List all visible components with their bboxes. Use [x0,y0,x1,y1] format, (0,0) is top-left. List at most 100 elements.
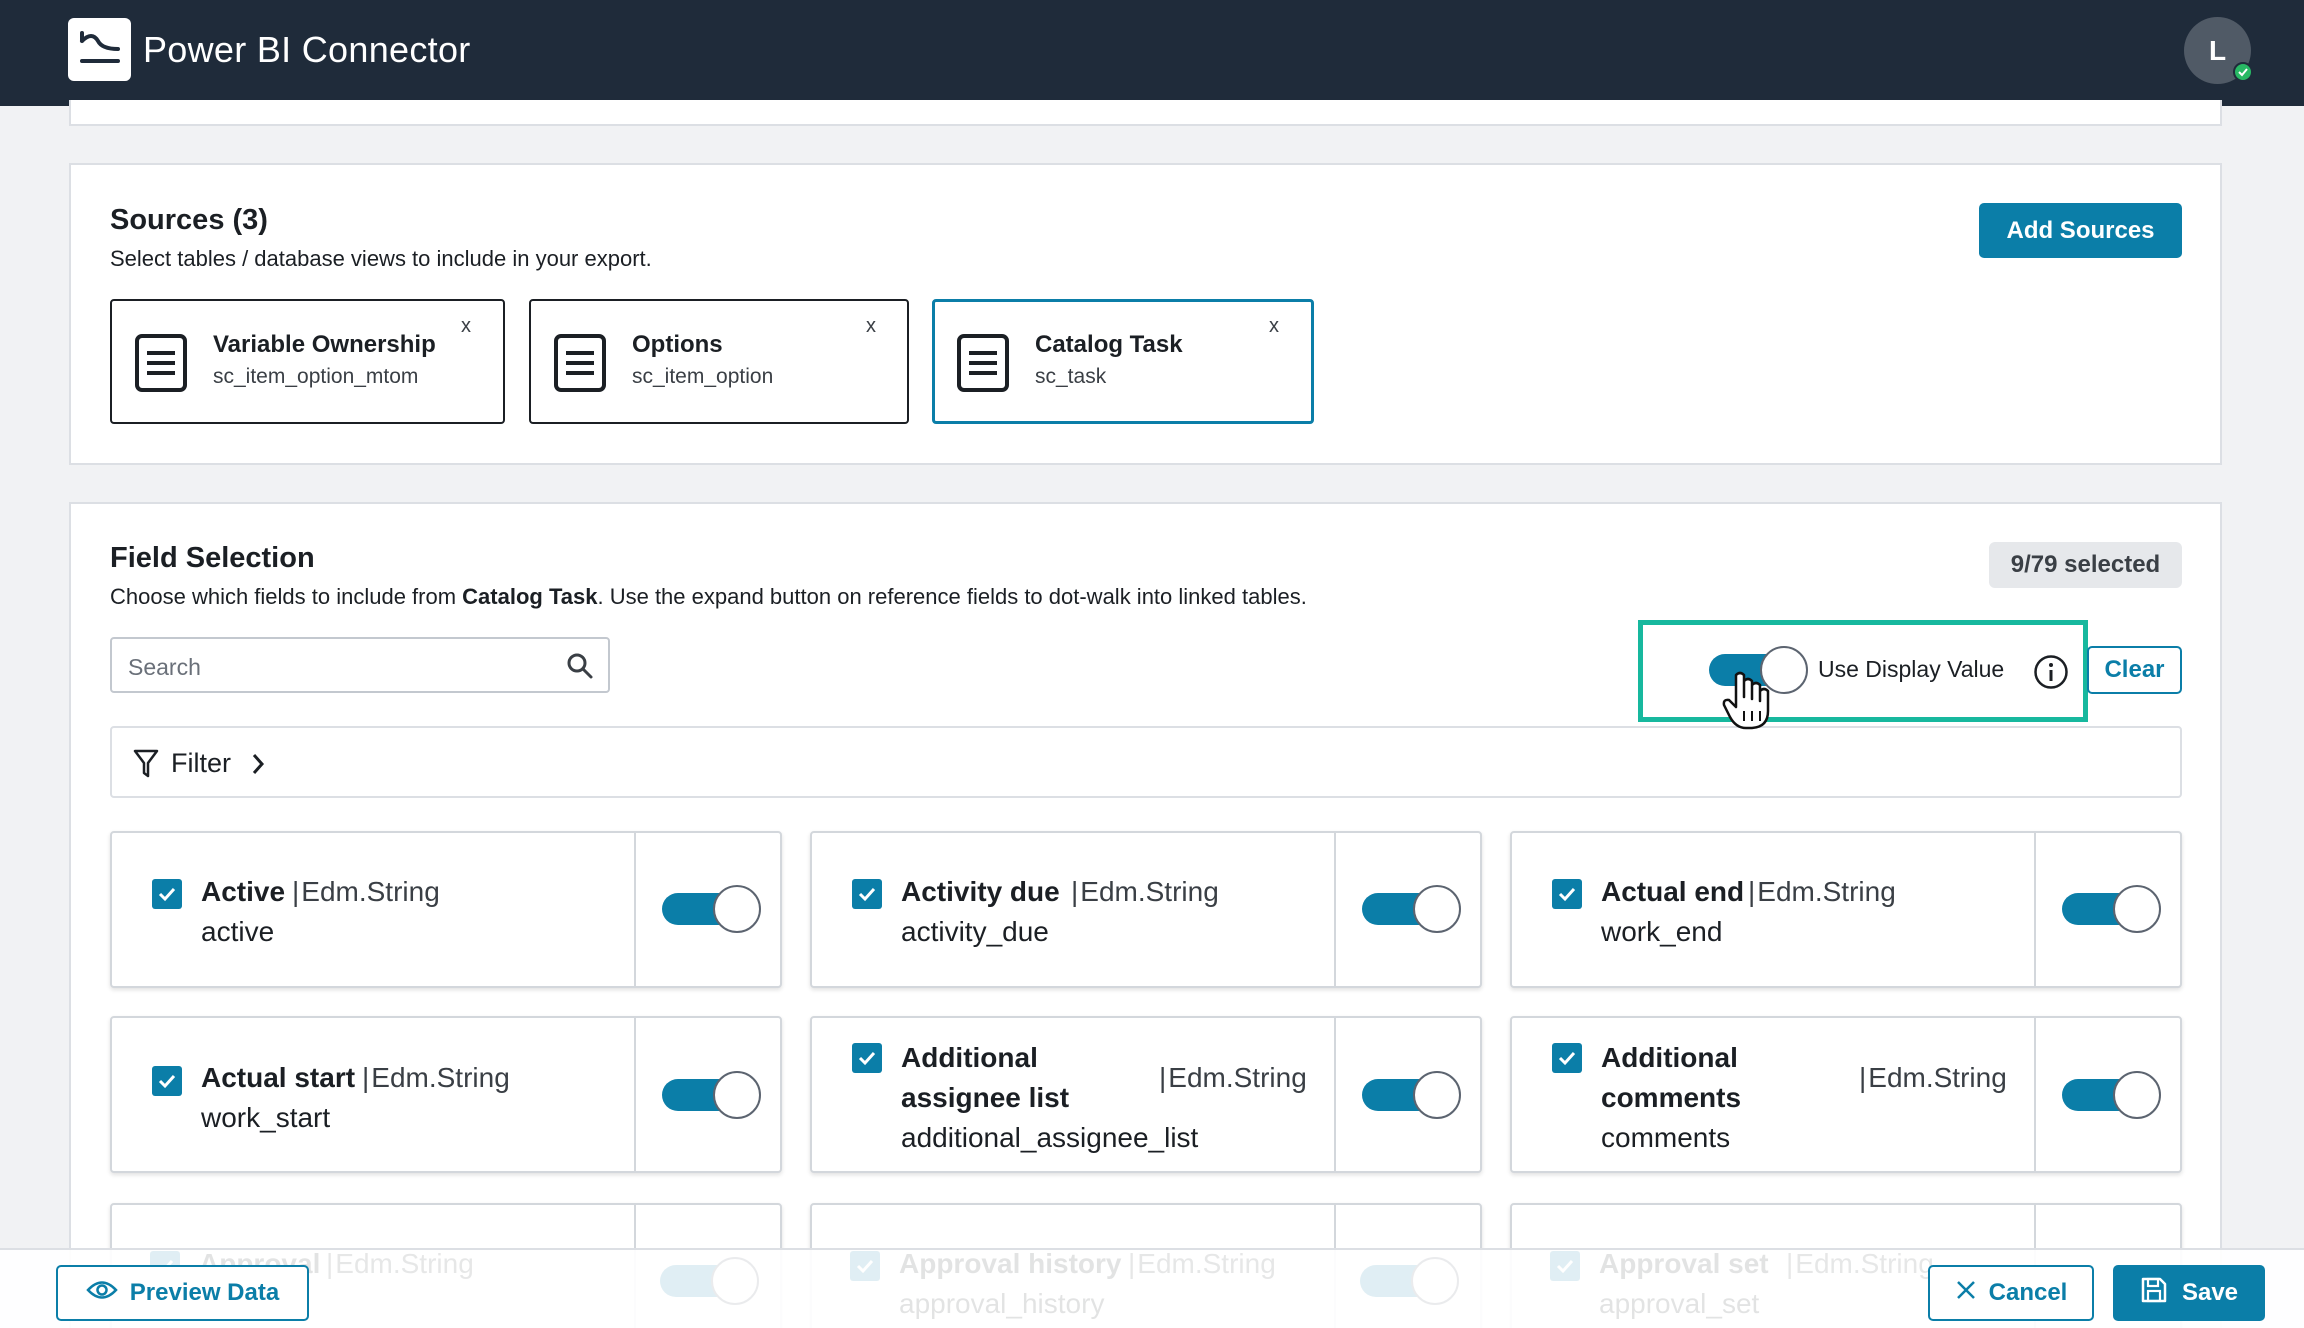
source-tile-options[interactable]: Options sc_item_option x [529,299,909,424]
field-api-name: approval_set [1599,1288,1760,1319]
search-input[interactable]: Search [110,637,610,693]
source-table: sc_task [1035,365,1107,388]
toggle-knob [713,885,761,933]
source-tile-variable-ownership[interactable]: Variable Ownership sc_item_option_mtom x [110,299,505,424]
field-name-line-1: Additional [901,1042,1038,1073]
field-card-additional-assignee-list: Additional assignee list |Edm.String add… [810,1016,1482,1173]
field-type: |Edm.String [292,876,440,907]
selected-table-name: Catalog Task [462,584,598,609]
field-api-name: additional_assignee_list [901,1122,1199,1153]
field-display-toggle[interactable] [1362,1071,1461,1119]
field-api-name: work_start [201,1102,331,1133]
document-list-icon [553,333,607,393]
field-card-activity-due: Activity due |Edm.String activity_due [810,831,1482,988]
card-divider [2034,833,2036,986]
card-divider [634,1018,636,1171]
card-divider [634,833,636,986]
field-selection-title: Field Selection [110,542,315,574]
field-name: Approval history [899,1248,1122,1279]
field-display-toggle[interactable] [2062,1071,2161,1119]
clear-button[interactable]: Clear [2087,646,2182,694]
field-api-name: active [201,916,275,947]
toggle-knob [1411,1257,1459,1305]
field-name: Activity due [901,876,1060,907]
field-checkbox[interactable] [152,879,182,909]
source-name: Options [632,331,723,358]
sources-description: Select tables / database views to includ… [110,246,652,271]
field-name: Approval set [1599,1248,1769,1279]
field-type: |Edm.String [1748,876,1896,907]
field-checkbox[interactable] [1552,1043,1582,1073]
field-checkbox[interactable] [852,1043,882,1073]
field-checkbox[interactable] [1552,879,1582,909]
field-display-toggle[interactable] [662,1071,761,1119]
preview-data-label: Preview Data [129,1279,280,1306]
chevron-right-icon [249,750,267,783]
search-icon[interactable] [566,652,594,685]
field-name: Actual end [1601,876,1745,907]
filter-label: Filter [171,748,231,778]
field-api-name: approval_history [899,1288,1105,1319]
app-logo[interactable] [68,18,131,81]
field-api-name: work_end [1601,916,1723,947]
field-type: |Edm.String [326,1248,474,1279]
field-api-name: comments [1601,1122,1731,1153]
online-status-icon [2233,62,2253,82]
floppy-disk-icon [2140,1276,2168,1311]
field-name: Active [201,876,286,907]
use-display-value-label: Use Display Value [1818,656,2005,682]
field-name: Actual start [201,1062,356,1093]
close-icon [1955,1279,1977,1308]
previous-section-card [69,100,2222,126]
source-table: sc_item_option [632,365,774,388]
eye-icon [86,1279,118,1308]
field-checkbox [850,1251,880,1281]
preview-data-button[interactable]: Preview Data [56,1265,309,1321]
add-sources-button[interactable]: Add Sources [1979,203,2182,258]
field-type: |Edm.String [1786,1248,1934,1279]
source-name: Variable Ownership [213,331,436,358]
card-divider [1334,833,1336,986]
filter-bar[interactable]: Filter [110,726,2182,798]
cancel-button[interactable]: Cancel [1928,1265,2094,1321]
field-display-toggle [1360,1257,1459,1305]
field-display-toggle[interactable] [2062,885,2161,933]
field-name-line-1: Additional [1601,1042,1738,1073]
footer-bar: Approval |Edm.String Approval history |E… [0,1248,2304,1328]
field-name-line-2: assignee list [901,1082,1070,1113]
app-title: Power BI Connector [143,29,471,70]
info-icon[interactable] [2033,654,2069,695]
field-display-toggle[interactable] [662,885,761,933]
search-placeholder: Search [128,654,201,680]
field-type: |Edm.String [1859,1062,2007,1093]
field-display-toggle[interactable] [1362,885,1461,933]
chart-line-icon [78,27,122,72]
remove-source-button[interactable]: x [461,315,471,338]
field-checkbox[interactable] [852,879,882,909]
document-list-icon [134,333,188,393]
filter-funnel-icon [132,748,160,785]
top-bar: Power BI Connector L [0,0,2304,106]
field-api-name: activity_due [901,916,1049,947]
field-type: |Edm.String [1071,876,1219,907]
source-table: sc_item_option_mtom [213,365,419,388]
toggle-knob [713,1071,761,1119]
save-button[interactable]: Save [2113,1265,2265,1321]
field-checkbox[interactable] [152,1066,182,1096]
avatar-initial: L [2208,34,2227,66]
save-label: Save [2181,1279,2239,1306]
field-type: |Edm.String [1128,1248,1276,1279]
toggle-knob [1413,885,1461,933]
toggle-knob [711,1257,759,1305]
card-divider [1334,1018,1336,1171]
remove-source-button[interactable]: x [1269,315,1279,338]
field-checkbox [1550,1251,1580,1281]
field-card-active: Active |Edm.String active [110,831,782,988]
document-list-icon [956,333,1010,393]
remove-source-button[interactable]: x [866,315,876,338]
cancel-label: Cancel [1988,1279,2068,1306]
field-card-additional-comments: Additional comments |Edm.String comments [1510,1016,2182,1173]
field-type: |Edm.String [1159,1062,1307,1093]
source-tile-catalog-task[interactable]: Catalog Task sc_task x [932,299,1314,424]
toggle-knob [2113,885,2161,933]
